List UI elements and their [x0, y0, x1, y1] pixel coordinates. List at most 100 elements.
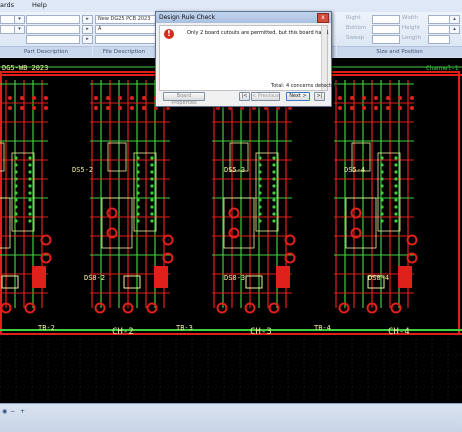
ic-pin	[136, 177, 140, 181]
close-icon[interactable]: x	[317, 13, 329, 23]
ic-pin	[258, 184, 262, 188]
ic-pin	[150, 191, 154, 195]
length-label: Length	[402, 35, 421, 41]
bracket-icon[interactable]: ▸	[82, 35, 93, 44]
ic-pin	[258, 191, 262, 195]
ic-pin	[258, 212, 262, 216]
menu-item-help[interactable]: Help	[32, 1, 47, 9]
ic-pin	[272, 198, 276, 202]
spin-icon[interactable]: ▴	[449, 25, 460, 34]
last-concern-button[interactable]: >|	[314, 92, 325, 101]
sweep-field[interactable]	[372, 35, 400, 44]
status-bar: ◉ − +	[0, 403, 462, 432]
component-label-tb-4: TB-4	[314, 324, 331, 332]
part-field-3[interactable]	[26, 35, 80, 44]
file-field-3[interactable]	[95, 35, 157, 44]
concern-panel: ! Only 2 board cutouts are permitted, bu…	[159, 25, 329, 91]
concern-message: Only 2 board cutouts are permitted, but …	[187, 30, 329, 36]
pad-ring	[350, 207, 362, 219]
via	[44, 96, 48, 100]
zoom-icon[interactable]: ◉	[2, 409, 8, 415]
height-field[interactable]	[428, 25, 450, 34]
ic-pin	[14, 184, 18, 188]
via	[386, 96, 390, 100]
component-label-tb-3: TB-3	[176, 324, 193, 332]
width-field[interactable]	[428, 15, 450, 24]
ic-pin	[258, 198, 262, 202]
ic-pin	[14, 198, 18, 202]
pad-ring	[284, 234, 296, 246]
component-label-ds8-3: DS8-3	[224, 274, 245, 282]
file-name-field[interactable]: New DG25 PCB 2023	[95, 15, 157, 24]
pad-ring	[40, 234, 52, 246]
ic-pin	[28, 191, 32, 195]
ic-pin	[28, 184, 32, 188]
first-concern-button[interactable]: |<	[239, 92, 250, 101]
pad-ring	[94, 302, 106, 314]
ic-pin	[394, 191, 398, 195]
ic-pin	[136, 212, 140, 216]
zoom-out-icon[interactable]: −	[10, 409, 16, 415]
ic-pin	[150, 219, 154, 223]
chevron-down-icon[interactable]: ▾	[14, 15, 25, 24]
via	[350, 96, 354, 100]
ic-pin	[380, 184, 384, 188]
scrollbar[interactable]	[321, 26, 327, 90]
ic-pin	[272, 163, 276, 167]
ic-pin	[150, 163, 154, 167]
bracket-icon[interactable]: ▸	[82, 25, 93, 34]
spin-icon[interactable]: ▴	[449, 15, 460, 24]
pad	[154, 266, 168, 288]
via	[338, 96, 342, 100]
via	[338, 106, 342, 110]
zoom-in-icon[interactable]: +	[20, 409, 26, 415]
ic-pin	[394, 163, 398, 167]
ic-pin	[394, 184, 398, 188]
pad-ring	[162, 234, 174, 246]
channel-name-2: CH-2	[112, 327, 134, 337]
ic-pin	[28, 163, 32, 167]
right-field[interactable]	[372, 15, 400, 24]
chevron-down-icon[interactable]: ▾	[14, 25, 25, 34]
previous-button[interactable]: < Previous	[251, 92, 280, 101]
ic-pin	[272, 177, 276, 181]
via	[362, 96, 366, 100]
ic-pin	[136, 219, 140, 223]
ic-pin	[394, 156, 398, 160]
pad-ring	[406, 234, 418, 246]
grid-pattern	[0, 338, 462, 403]
height-label: Height	[402, 25, 421, 31]
bottom-field[interactable]	[372, 25, 400, 34]
file-revision-field[interactable]: A	[95, 25, 157, 34]
ic-pin	[394, 177, 398, 181]
via	[130, 106, 134, 110]
ic-pin	[150, 212, 154, 216]
part-field-2[interactable]	[26, 25, 80, 34]
ic-pin	[136, 170, 140, 174]
ic-pin	[258, 177, 262, 181]
part-field-1[interactable]	[26, 15, 80, 24]
right-label: Right	[346, 15, 361, 21]
ic-pin	[150, 184, 154, 188]
workspace-grid[interactable]	[0, 338, 462, 403]
ic-pin	[394, 198, 398, 202]
next-button[interactable]: Next >	[286, 92, 310, 101]
via	[118, 106, 122, 110]
bracket-icon[interactable]: ▸	[82, 15, 93, 24]
via	[20, 106, 24, 110]
ic-pin	[28, 156, 32, 160]
ic-pin	[150, 177, 154, 181]
via	[398, 96, 402, 100]
ic-pin	[272, 184, 276, 188]
ic-pin	[380, 163, 384, 167]
via	[374, 106, 378, 110]
connector-outline	[123, 275, 141, 289]
via	[44, 106, 48, 110]
menu-item-boards[interactable]: ards	[0, 1, 14, 9]
via	[8, 106, 12, 110]
via	[94, 106, 98, 110]
board-properties-button[interactable]: Board Properties	[163, 92, 205, 106]
length-field[interactable]	[428, 35, 450, 44]
ic-pin	[28, 198, 32, 202]
ic-pin	[150, 198, 154, 202]
